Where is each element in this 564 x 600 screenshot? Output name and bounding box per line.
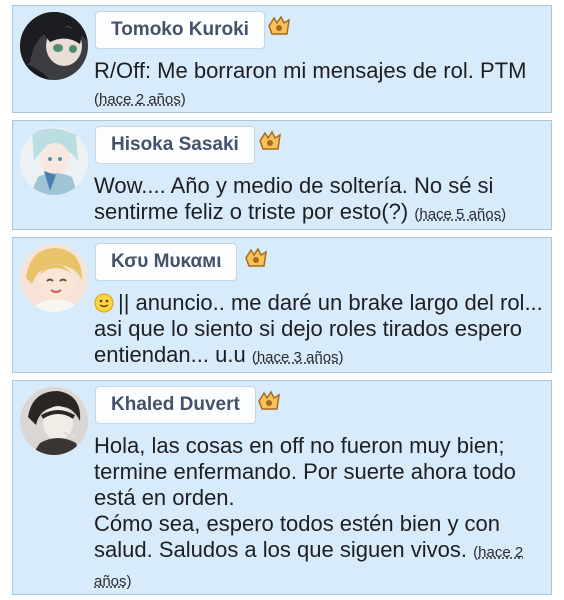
comment-card: Khaled Duvert Hola, las cosas en off no … [12, 380, 552, 595]
username[interactable]: Khaled Duvert [95, 386, 256, 424]
comment-card: Κσυ Μυκαмι || anuncio.. me daré un brake… [12, 237, 552, 373]
timestamp[interactable]: (hace 2 años) [94, 91, 186, 108]
comment-text: || anuncio.. me daré un brake largo del … [94, 290, 543, 371]
comment-text: R/Off: Me borraron mi mensajes de rol. P… [94, 58, 543, 113]
comment-body-line1: Hola, las cosas en off no fueron muy bie… [94, 433, 516, 510]
avatar[interactable] [20, 127, 88, 195]
comment-text: Hola, las cosas en off no fueron muy bie… [94, 433, 543, 595]
username[interactable]: Κσυ Μυκαмι [95, 243, 238, 281]
level-badge-icon [259, 130, 281, 150]
comment-body-line2: Cómo sea, espero todos estén bien y con … [94, 511, 501, 562]
username[interactable]: Hisoka Sasaki [95, 126, 255, 164]
comment-body: R/Off: Me borraron mi mensajes de rol. P… [94, 58, 527, 83]
avatar[interactable] [20, 12, 88, 80]
timestamp[interactable]: (hace 5 años) [414, 206, 506, 223]
avatar[interactable] [20, 387, 88, 455]
slightly-smiling-face-icon [94, 293, 114, 313]
comment-text: Wow.... Año y medio de soltería. No sé s… [94, 173, 543, 228]
username[interactable]: Tomoko Kuroki [95, 11, 265, 49]
level-badge-icon [258, 390, 280, 410]
comment-card: Tomoko Kuroki R/Off: Me borraron mi mens… [12, 5, 552, 113]
level-badge-icon [245, 247, 267, 267]
timestamp[interactable]: (hace 3 años) [252, 349, 344, 366]
avatar[interactable] [20, 244, 88, 312]
level-badge-icon [268, 15, 290, 35]
comment-card: Hisoka Sasaki Wow.... Año y medio de sol… [12, 120, 552, 230]
